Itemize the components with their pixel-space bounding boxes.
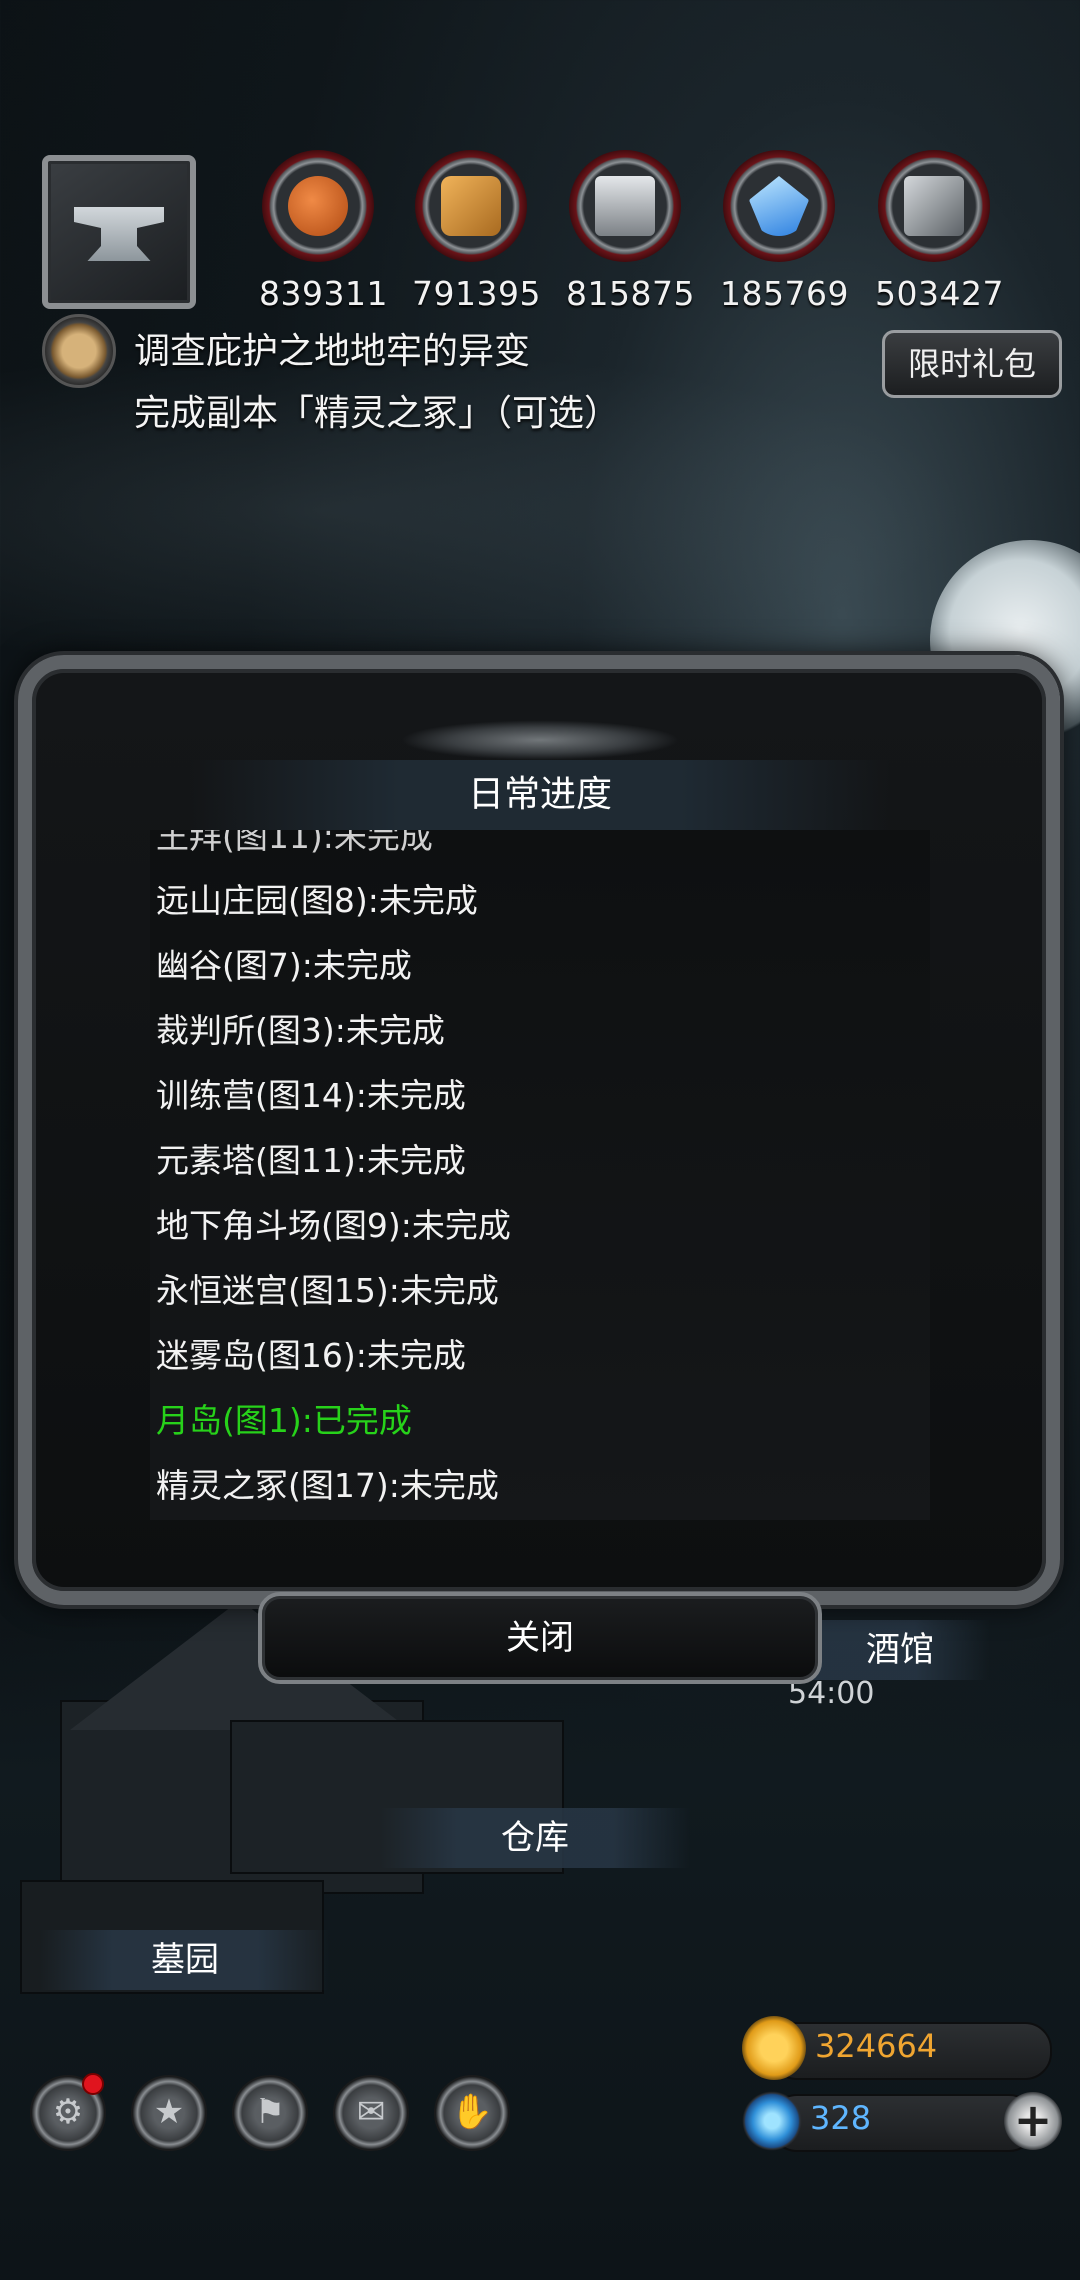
list-item: 精灵之冢(图17):未完成 [156,1466,499,1505]
limited-gift-button[interactable]: 限时礼包 [882,330,1062,398]
list-item: 地下角斗场(图9):未完成 [156,1206,511,1245]
resource-meat[interactable]: 839311 [259,150,388,340]
gold-amount: 324664 [815,2027,938,2065]
panel-ornament [400,720,680,760]
list-item: 王拜(图11):未完成 [156,830,433,856]
wood-icon [441,176,501,236]
resource-wood[interactable]: 791395 [412,150,541,340]
dialog-title: 日常进度 [190,760,890,830]
resource-steel[interactable]: 503427 [875,150,1004,340]
resource-value: 185769 [720,274,849,313]
gem-icon [742,2091,802,2151]
gold-coin-icon [742,2016,806,2080]
graveyard-label[interactable]: 墓园 [40,1930,330,1990]
list-item: 迷雾岛(图16):未完成 [156,1336,466,1375]
warehouse-label[interactable]: 仓库 [380,1808,690,1868]
list-item: 训练营(图14):未完成 [156,1076,466,1115]
steel-icon [904,176,964,236]
resource-value: 791395 [412,274,541,313]
close-button[interactable]: 关闭 [258,1592,822,1684]
quest-title[interactable]: 调查庇护之地地牢的异变 [134,322,530,374]
resource-value: 815875 [566,274,695,313]
anvil-icon [74,207,164,261]
achievements-icon[interactable]: ★ [131,2075,207,2151]
list-item: 幽谷(图7):未完成 [156,946,412,985]
guild-icon[interactable]: ⚑ [232,2075,308,2151]
notification-dot [82,2073,104,2095]
crystal-icon [749,176,809,236]
gem-amount: 328 [810,2099,872,2137]
mail-icon[interactable]: ✉ [333,2075,409,2151]
forge-avatar[interactable] [42,155,196,309]
meat-icon [288,176,348,236]
quest-scroll-icon[interactable] [42,314,116,388]
progress-list[interactable]: 王拜(图11):未完成 远山庄园(图8):未完成 幽谷(图7):未完成 裁判所(… [150,830,930,1520]
list-item-complete: 月岛(图1):已完成 [156,1401,412,1440]
list-item: 裁判所(图3):未完成 [156,1011,445,1050]
list-item: 远山庄园(图8):未完成 [156,881,478,920]
resource-value: 839311 [259,274,388,313]
iron-icon [595,176,655,236]
add-gems-button[interactable]: + [1004,2092,1062,2150]
list-item: 永恒迷宫(图15):未完成 [156,1271,499,1310]
resource-crystal[interactable]: 185769 [720,150,849,340]
list-item: 元素塔(图11):未完成 [156,1141,466,1180]
quest-description[interactable]: 完成副本「精灵之冢」（可选） [134,384,620,436]
resource-value: 503427 [875,274,1004,313]
handshake-icon[interactable]: ✋ [434,2075,510,2151]
resource-iron[interactable]: 815875 [566,150,695,340]
